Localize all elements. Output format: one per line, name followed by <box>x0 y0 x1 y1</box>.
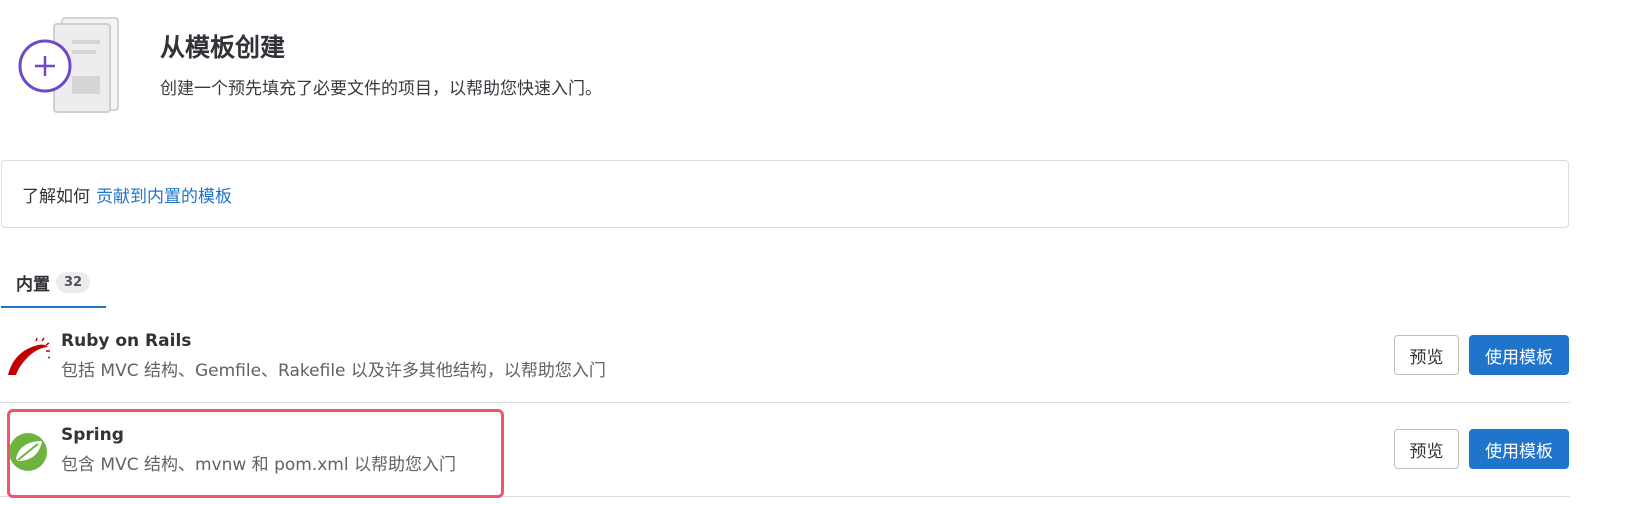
template-row: Spring 包含 MVC 结构、mvnw 和 pom.xml 以帮助您入门 预… <box>0 403 1570 497</box>
use-template-button[interactable]: 使用模板 <box>1469 429 1569 469</box>
create-from-template-illustration-icon <box>18 17 119 113</box>
contribute-info-box: 了解如何 贡献到内置的模板 <box>1 160 1569 228</box>
template-name: Ruby on Rails <box>61 331 192 351</box>
ruby-on-rails-logo-icon <box>8 337 50 375</box>
tab-built-in[interactable]: 内置 32 <box>1 258 106 308</box>
spring-logo-icon <box>9 433 47 471</box>
info-text: 了解如何 <box>22 186 90 207</box>
use-template-button[interactable]: 使用模板 <box>1469 335 1569 375</box>
page-title: 从模板创建 <box>160 33 286 62</box>
tab-count-badge: 32 <box>56 271 91 293</box>
preview-button[interactable]: 预览 <box>1394 335 1459 375</box>
template-name: Spring <box>61 425 124 445</box>
tab-label: 内置 <box>16 274 50 295</box>
page-description: 创建一个预先填充了必要文件的项目，以帮助您快速入门。 <box>160 79 602 99</box>
template-row: Ruby on Rails 包括 MVC 结构、Gemfile、Rakefile… <box>0 309 1570 403</box>
template-tabs: 内置 32 <box>0 258 1625 308</box>
template-description: 包含 MVC 结构、mvnw 和 pom.xml 以帮助您入门 <box>61 455 456 475</box>
contribute-templates-link[interactable]: 贡献到内置的模板 <box>96 182 232 207</box>
page-header: 从模板创建 创建一个预先填充了必要文件的项目，以帮助您快速入门。 <box>0 0 1625 130</box>
preview-button[interactable]: 预览 <box>1394 429 1459 469</box>
template-description: 包括 MVC 结构、Gemfile、Rakefile 以及许多其他结构，以帮助您… <box>61 361 606 381</box>
